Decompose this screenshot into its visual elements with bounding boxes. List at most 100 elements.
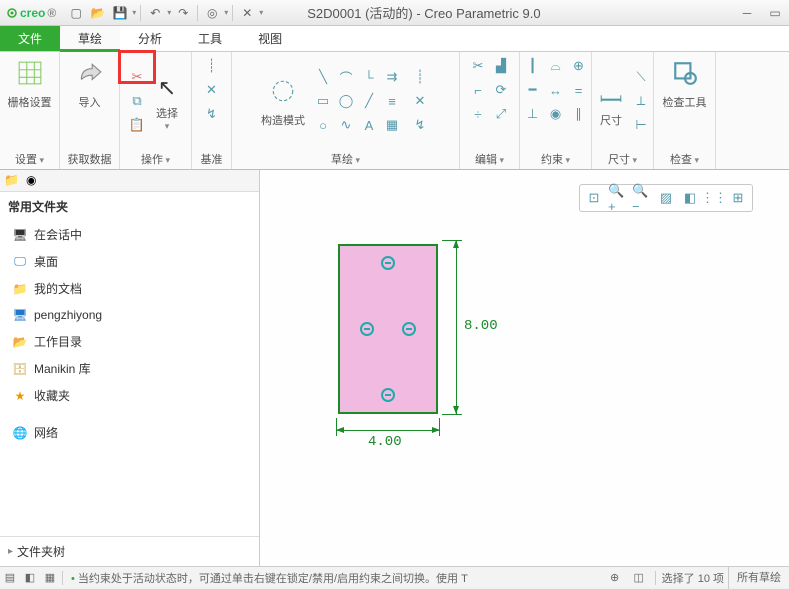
tab-sketch[interactable]: 草绘 <box>60 26 120 52</box>
rect-icon[interactable]: ▭ <box>313 91 333 111</box>
views-icon[interactable]: ⋮⋮ <box>704 188 724 208</box>
status-icon-2[interactable]: ◧ <box>20 568 40 588</box>
inspect-icon[interactable] <box>668 56 702 90</box>
offset-icon[interactable]: ⇉ <box>382 67 402 87</box>
spline-icon[interactable]: ∿ <box>336 115 356 135</box>
tree-footer[interactable]: 文件夹树 <box>0 536 259 566</box>
tree-item-workdir[interactable]: 📂工作目录 <box>6 328 253 355</box>
status-icon-5[interactable]: ◫ <box>629 568 649 588</box>
select-arrow-icon[interactable]: ↖ <box>150 71 184 105</box>
circle-icon[interactable]: ○ <box>313 115 333 135</box>
line-icon[interactable]: ╲ <box>313 67 333 87</box>
group-operate[interactable]: 操作 <box>141 154 170 166</box>
ref-dim-icon[interactable]: ⟍ <box>631 67 651 87</box>
tree-item-manikin[interactable]: 🗄Manikin 库 <box>6 355 253 382</box>
equal-icon[interactable]: = <box>569 80 589 100</box>
folder-tab-icon[interactable]: 📁 <box>4 173 20 189</box>
group-sketch[interactable]: 草绘 <box>331 154 360 166</box>
tab-file[interactable]: 文件 <box>0 26 60 51</box>
divide-icon[interactable]: ÷ <box>468 104 488 124</box>
mirror-icon[interactable]: ▟ <box>491 56 511 76</box>
ord-dim-icon[interactable]: ⊢ <box>631 115 651 135</box>
palette-icon[interactable]: ▦ <box>382 115 402 135</box>
regen-icon[interactable]: ◎ <box>202 3 222 23</box>
zoomin-icon[interactable]: 🔍+ <box>608 188 628 208</box>
open-icon[interactable]: 📂 <box>88 3 108 23</box>
status-icon-1[interactable]: ▤ <box>0 568 20 588</box>
vert-icon[interactable]: ┃ <box>523 56 543 76</box>
csys2-icon[interactable]: ↯ <box>410 115 430 135</box>
tree-item-mydocs[interactable]: 📁我的文档 <box>6 275 253 302</box>
group-edit[interactable]: 编辑 <box>475 154 504 166</box>
tab-view[interactable]: 视图 <box>240 26 300 51</box>
cut-icon[interactable]: ✂ <box>127 67 147 87</box>
sketch-hole[interactable] <box>360 322 374 336</box>
tangent-icon[interactable]: ⌓ <box>546 56 566 76</box>
sketch-hole[interactable] <box>381 256 395 270</box>
fillet-icon[interactable]: └ <box>359 67 379 87</box>
coinc-icon[interactable]: ◉ <box>546 104 566 124</box>
tab-analysis[interactable]: 分析 <box>120 26 180 51</box>
baseline-icon[interactable]: ⟂ <box>631 91 651 111</box>
refit-icon[interactable]: ⊡ <box>584 188 604 208</box>
session-icon: 🖥 <box>12 227 28 243</box>
maximize-button[interactable]: ▭ <box>761 3 789 23</box>
canvas[interactable]: ⊡ 🔍+ 🔍− ▨ ◧ ⋮⋮ ⊞ 8.00 4.00 <box>260 170 789 566</box>
group-dimension[interactable]: 尺寸 <box>608 154 637 166</box>
selection-filter[interactable]: 所有草绘 <box>728 567 789 589</box>
group-settings[interactable]: 设置 <box>15 154 44 166</box>
group-constraint[interactable]: 约束 <box>541 154 570 166</box>
rotate-icon[interactable]: ⟳ <box>491 80 511 100</box>
sketch-hole[interactable] <box>381 388 395 402</box>
trim-icon[interactable]: ✂ <box>468 56 488 76</box>
tree-item-desktop[interactable]: 🖵桌面 <box>6 248 253 275</box>
construct-mode-icon[interactable] <box>266 74 300 108</box>
snap-icon[interactable]: ⊞ <box>728 188 748 208</box>
status-icon-3[interactable]: ▦ <box>40 568 60 588</box>
quick-access-toolbar: ▢ 📂 💾 ▾ ↶ ▾ ↷ ◎ ▾ ✕ ▾ <box>62 3 267 23</box>
dimension-label: 尺寸 <box>600 112 622 128</box>
tree-item-computer[interactable]: 🖥pengzhiyong <box>6 302 253 328</box>
construct-label: 构造模式 <box>261 112 305 128</box>
arc-icon[interactable]: ⌒ <box>336 67 356 87</box>
scale-icon[interactable]: ⤢ <box>491 104 511 124</box>
redo-icon[interactable]: ↷ <box>173 3 193 23</box>
sketch-hole[interactable] <box>402 322 416 336</box>
tree-item-session[interactable]: 🖥在会话中 <box>6 221 253 248</box>
app-logo: creo® <box>0 6 62 20</box>
dimension-icon[interactable] <box>594 74 628 108</box>
grid-icon[interactable] <box>13 56 47 90</box>
zoomout-icon[interactable]: 🔍− <box>632 188 652 208</box>
perp-icon[interactable]: ⊥ <box>523 104 543 124</box>
sym-icon[interactable]: ⊕ <box>569 56 589 76</box>
tab-tools[interactable]: 工具 <box>180 26 240 51</box>
ellipse-icon[interactable]: ◯ <box>336 91 356 111</box>
tree-item-network[interactable]: 🌐网络 <box>6 419 253 446</box>
point2-icon[interactable]: ✕ <box>410 91 430 111</box>
undo-icon[interactable]: ↶ <box>145 3 165 23</box>
close-icon[interactable]: ✕ <box>237 3 257 23</box>
point-icon[interactable]: ✕ <box>202 80 222 100</box>
model-tab-icon[interactable]: ◉ <box>26 173 42 189</box>
thicken-icon[interactable]: ≡ <box>382 91 402 111</box>
shade-icon[interactable]: ▨ <box>656 188 676 208</box>
save-icon[interactable]: 💾 <box>110 3 130 23</box>
corner-icon[interactable]: ⌐ <box>468 80 488 100</box>
minimize-button[interactable]: ─ <box>733 3 761 23</box>
centerline2-icon[interactable]: ┊ <box>410 67 430 87</box>
import-icon[interactable] <box>73 56 107 90</box>
text-icon[interactable]: A <box>359 115 379 135</box>
csys-icon[interactable]: ↯ <box>202 104 222 124</box>
status-icon-4[interactable]: ⊕ <box>605 568 625 588</box>
orient-icon[interactable]: ◧ <box>680 188 700 208</box>
tree-item-fav[interactable]: ★收藏夹 <box>6 382 253 409</box>
horiz-icon[interactable]: ━ <box>523 80 543 100</box>
centerline-icon[interactable]: ┊ <box>202 56 222 76</box>
copy-icon[interactable]: ⧉ <box>127 91 147 111</box>
midpt-icon[interactable]: ↔ <box>546 80 566 100</box>
parallel-icon[interactable]: ∥ <box>569 104 589 124</box>
paste-icon[interactable]: 📋 <box>127 115 147 135</box>
new-icon[interactable]: ▢ <box>66 3 86 23</box>
group-inspect[interactable]: 检查 <box>670 154 699 166</box>
chamfer-icon[interactable]: ╱ <box>359 91 379 111</box>
